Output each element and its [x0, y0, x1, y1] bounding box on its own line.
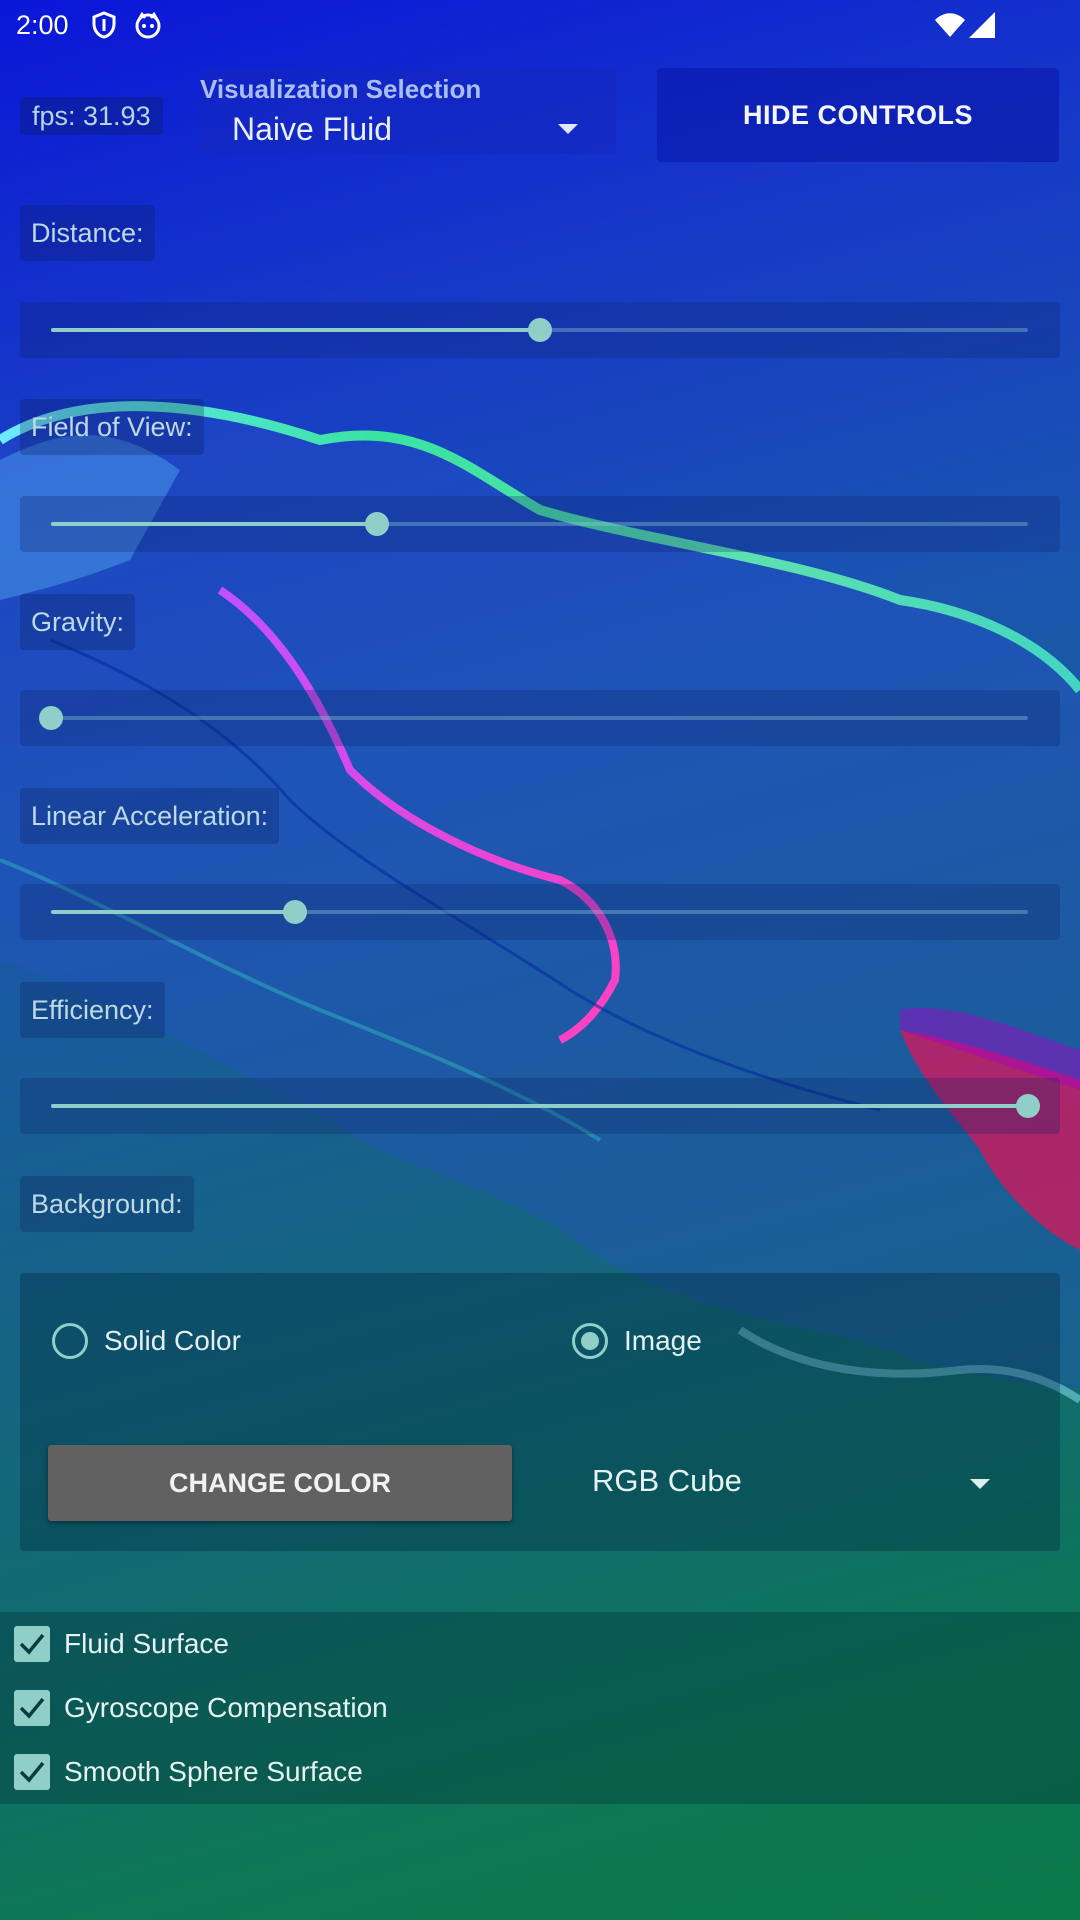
slider-fill — [51, 1104, 1028, 1108]
distance-label: Distance: — [20, 205, 155, 261]
slider-fill — [51, 522, 378, 526]
slider-track — [39, 706, 1028, 730]
efficiency-slider[interactable] — [20, 1078, 1060, 1134]
dropdown-arrow-icon — [558, 124, 578, 134]
linear-acceleration-slider[interactable] — [20, 884, 1060, 940]
signal-icon — [968, 11, 996, 44]
checkbox-checked-icon[interactable] — [14, 1690, 50, 1726]
image-radio-label[interactable]: Image — [624, 1323, 702, 1359]
distance-slider[interactable] — [20, 302, 1060, 358]
smooth-sphere-surface-label: Smooth Sphere Surface — [64, 1756, 363, 1787]
status-bar: 2:00 — [0, 0, 1080, 50]
wifi-icon — [934, 12, 966, 43]
gyroscope-compensation-label: Gyroscope Compensation — [64, 1692, 388, 1723]
options-checkbox-group: Fluid Surface Gyroscope Compensation Smo… — [0, 1612, 1080, 1804]
slider-thumb[interactable] — [283, 900, 308, 924]
slider-fill — [51, 328, 540, 332]
visualization-dropdown[interactable]: Visualization Selection Naive Fluid — [200, 68, 616, 154]
slider-track — [51, 1094, 1040, 1118]
slider-track — [51, 318, 1028, 342]
visualization-selected: Naive Fluid — [232, 111, 393, 147]
cat-icon — [134, 11, 162, 44]
change-color-button[interactable]: CHANGE COLOR — [48, 1445, 512, 1521]
background-image-selected: RGB Cube — [592, 1463, 742, 1498]
field-of-view-slider[interactable] — [20, 496, 1060, 552]
checkbox-checked-icon[interactable] — [14, 1754, 50, 1790]
solid-color-radio-label[interactable]: Solid Color — [104, 1323, 241, 1359]
slider-thumb[interactable] — [527, 318, 552, 342]
hide-controls-button[interactable]: HIDE CONTROLS — [657, 68, 1059, 162]
image-radio[interactable] — [572, 1323, 608, 1359]
fps-counter: fps: 31.93 — [20, 97, 163, 135]
visualization-title: Visualization Selection — [200, 74, 482, 104]
gravity-label: Gravity: — [20, 594, 136, 650]
background-label: Background: — [20, 1176, 194, 1232]
background-options-panel: Solid Color Image CHANGE COLOR RGB Cube — [20, 1273, 1060, 1551]
slider-thumb[interactable] — [1016, 1094, 1040, 1118]
shield-icon — [92, 11, 116, 44]
efficiency-label: Efficiency: — [20, 982, 165, 1038]
controls-overlay: fps: 31.93 Visualization Selection Naive… — [0, 0, 1080, 1920]
dropdown-arrow-icon — [970, 1479, 990, 1489]
status-time: 2:00 — [16, 10, 69, 40]
linear-acceleration-label: Linear Acceleration: — [20, 788, 280, 844]
slider-thumb[interactable] — [365, 512, 390, 536]
checkbox-checked-icon[interactable] — [14, 1626, 50, 1662]
slider-track — [51, 512, 1028, 536]
slider-thumb[interactable] — [39, 706, 63, 730]
background-image-dropdown[interactable]: RGB Cube — [580, 1445, 1040, 1521]
solid-color-radio[interactable] — [52, 1323, 88, 1359]
slider-track — [51, 900, 1028, 924]
slider-fill — [51, 910, 296, 914]
fluid-surface-label: Fluid Surface — [64, 1628, 229, 1659]
gravity-slider[interactable] — [20, 690, 1060, 746]
field-of-view-label: Field of View: — [20, 399, 204, 455]
